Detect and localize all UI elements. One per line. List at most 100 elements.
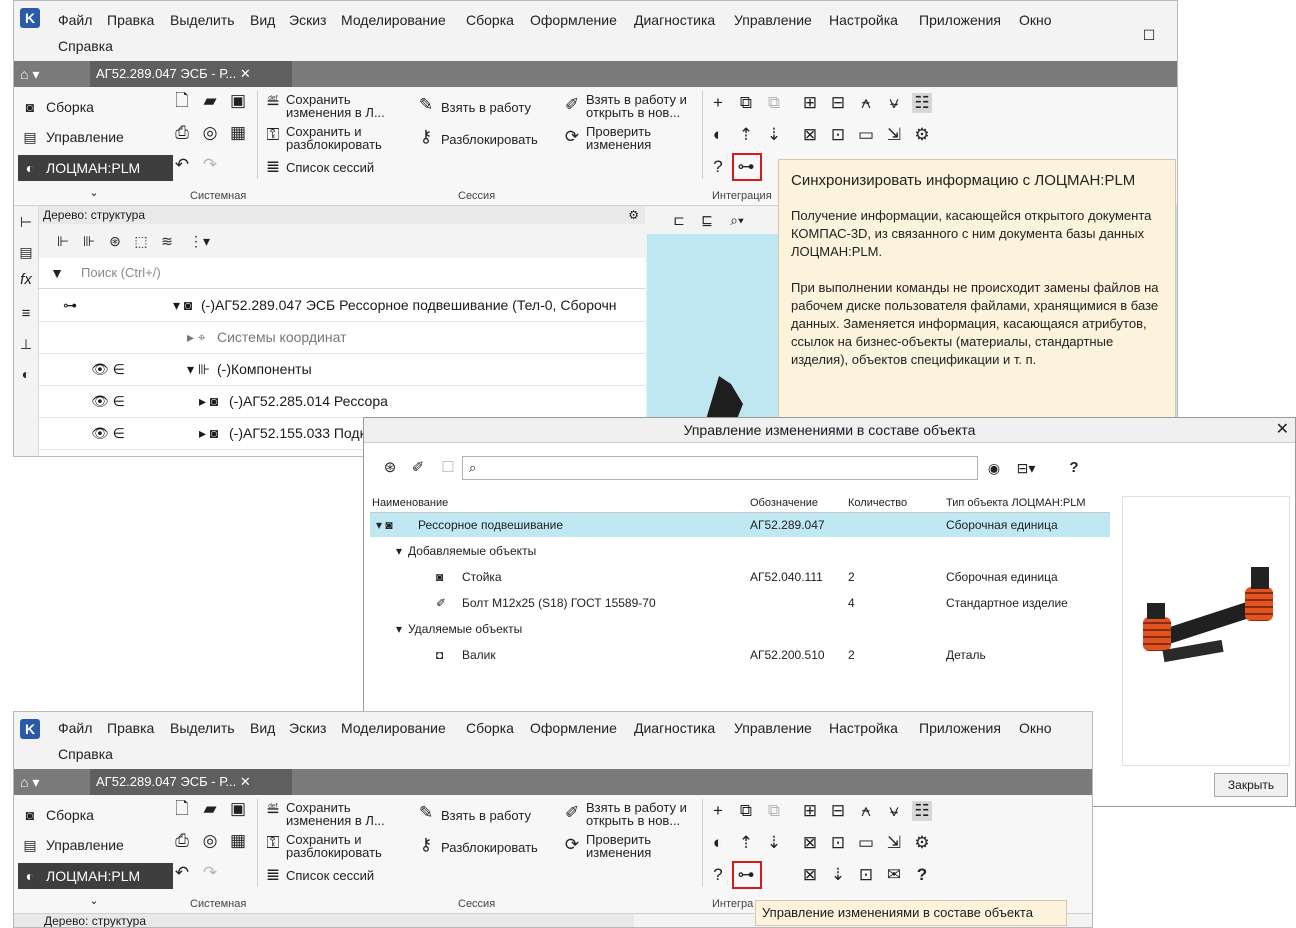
- upload-down-icon[interactable]: ⇣: [828, 865, 848, 885]
- menu-settings[interactable]: Настройка: [829, 720, 898, 736]
- table-row[interactable]: ◙ Стойка АГ52.040.111 2 Сборочная единиц…: [370, 565, 1110, 589]
- tree-order-icon[interactable]: ⊪: [79, 231, 99, 251]
- gear-icon[interactable]: ⚙: [912, 125, 932, 145]
- help-icon[interactable]: ?: [912, 865, 932, 885]
- bolt-tool-icon[interactable]: ✐: [408, 458, 428, 478]
- edit-tool-icon[interactable]: ☐: [438, 458, 458, 478]
- tree-filter-menu-icon[interactable]: ⋮▾: [189, 231, 210, 251]
- save-changes-label[interactable]: Сохранить изменения в Л...: [286, 801, 385, 827]
- unlock-icon[interactable]: ⚷: [416, 835, 436, 855]
- user-remove-icon[interactable]: ⍱: [884, 801, 904, 821]
- save-as-icon[interactable]: ▦: [228, 831, 248, 851]
- columns-icon[interactable]: ⊟▾: [1016, 458, 1036, 478]
- save-changes-icon[interactable]: ≝: [263, 93, 283, 113]
- comment-icon[interactable]: ▭: [856, 125, 876, 145]
- report-icon[interactable]: ☷: [912, 93, 932, 113]
- user-add-icon[interactable]: ⍲: [856, 801, 876, 821]
- menu-design[interactable]: Оформление: [530, 12, 617, 28]
- menu-select[interactable]: Выделить: [170, 720, 235, 736]
- menu-management[interactable]: Управление: [734, 12, 812, 28]
- take-open-new-icon[interactable]: ✐: [562, 95, 582, 115]
- tree-structure-icon[interactable]: ⊢: [16, 212, 36, 232]
- add-icon[interactable]: +: [708, 801, 728, 821]
- view-zoom-icon[interactable]: ⊑: [697, 210, 717, 230]
- row-toggle-icon[interactable]: ▾: [396, 539, 402, 563]
- properties-icon[interactable]: ⊞: [800, 801, 820, 821]
- nav-assembly[interactable]: ◙ Сборка: [18, 94, 173, 120]
- structure-icon[interactable]: ⊟: [828, 93, 848, 113]
- check-changes-icon[interactable]: ⟳: [562, 127, 582, 147]
- document-tab[interactable]: АГ52.289.047 ЭСБ - Р... ✕: [90, 769, 292, 795]
- search-input[interactable]: ⌕: [462, 456, 978, 480]
- save-icon[interactable]: ▣: [228, 91, 248, 111]
- take-open-new-label[interactable]: Взять в работу и открыть в нов...: [586, 801, 687, 827]
- gear-icon[interactable]: ⚙: [912, 833, 932, 853]
- filter-icon[interactable]: ▼: [47, 263, 67, 283]
- hierarchy-icon[interactable]: ⊥: [16, 334, 36, 354]
- menu-help[interactable]: Справка: [58, 746, 113, 762]
- collapse-chevron-icon[interactable]: ⌄: [84, 183, 104, 203]
- help-icon[interactable]: ?: [1064, 458, 1084, 478]
- add-icon[interactable]: +: [708, 93, 728, 113]
- take-to-work-icon[interactable]: ✎: [416, 95, 436, 115]
- print-icon[interactable]: ⎙: [172, 123, 192, 143]
- close-button[interactable]: Закрыть: [1214, 773, 1288, 797]
- tree-row[interactable]: 👁 ∈ ▾ ⊪ (-)Компоненты: [39, 354, 645, 386]
- take-open-new-label[interactable]: Взять в работу и открыть в нов...: [586, 93, 687, 119]
- structure-icon[interactable]: ⊟: [828, 801, 848, 821]
- tree-expand-icon[interactable]: ▸ ⌖: [187, 322, 206, 353]
- column-header[interactable]: Тип объекта ЛОЦМАН:PLM: [946, 497, 1086, 509]
- redo-icon[interactable]: ↷: [200, 155, 220, 175]
- copy-object-icon[interactable]: ⧉: [736, 801, 756, 821]
- menu-edit[interactable]: Правка: [107, 12, 154, 28]
- row-toggle-icon[interactable]: ▾ ◙: [376, 513, 393, 537]
- report-icon[interactable]: ☷: [912, 801, 932, 821]
- open-folder-icon[interactable]: ▰: [200, 799, 220, 819]
- user-add-icon[interactable]: ⍲: [856, 93, 876, 113]
- tree-layers-icon[interactable]: ≋: [157, 231, 177, 251]
- menu-applications[interactable]: Приложения: [919, 12, 1001, 28]
- tree-row[interactable]: 👁 ∈ ▸ ◙ (-)АГ52.285.014 Рессора: [39, 386, 645, 418]
- help-query-icon[interactable]: ?: [708, 865, 728, 885]
- session-list-label[interactable]: Список сессий: [286, 869, 374, 882]
- visibility-eye-icon[interactable]: 👁 ∈: [91, 386, 125, 417]
- tree-view-icon[interactable]: ⊡: [828, 125, 848, 145]
- tree-expand-icon[interactable]: ▾ ⊪: [187, 354, 210, 385]
- column-header[interactable]: Обозначение: [750, 497, 818, 509]
- session-list-icon[interactable]: ≣: [263, 865, 283, 885]
- tree-parts-icon[interactable]: ⊛: [105, 231, 125, 251]
- close-tab-icon[interactable]: ✕: [240, 66, 251, 81]
- menu-window[interactable]: Окно: [1019, 720, 1052, 736]
- lotsman-panel-icon[interactable]: ◐: [16, 364, 36, 384]
- layers-icon[interactable]: ≡: [16, 304, 36, 324]
- menu-modeling[interactable]: Моделирование: [341, 12, 446, 28]
- open-folder-icon[interactable]: ▰: [200, 91, 220, 111]
- session-list-label[interactable]: Список сессий: [286, 161, 374, 174]
- take-open-new-icon[interactable]: ✐: [562, 803, 582, 823]
- preview-icon[interactable]: ◎: [200, 123, 220, 143]
- eye-icon[interactable]: ◉: [984, 458, 1004, 478]
- menu-modeling[interactable]: Моделирование: [341, 720, 446, 736]
- nav-management[interactable]: ▤ Управление: [18, 832, 173, 858]
- menu-help[interactable]: Справка: [58, 38, 113, 54]
- check-changes-label[interactable]: Проверить изменения: [586, 833, 651, 859]
- print-icon[interactable]: ⎙: [172, 831, 192, 851]
- paste-object-icon[interactable]: ⧉: [764, 801, 784, 821]
- menu-applications[interactable]: Приложения: [919, 720, 1001, 736]
- tree-select-icon[interactable]: ⬚: [131, 231, 151, 251]
- mail-icon[interactable]: ✉: [884, 865, 904, 885]
- tree-mode-icon[interactable]: ⊩: [53, 231, 73, 251]
- help-query-icon[interactable]: ?: [708, 157, 728, 177]
- upload-icon[interactable]: ⇡: [736, 125, 756, 145]
- take-to-work-label[interactable]: Взять в работу: [441, 809, 531, 822]
- save-unlock-icon[interactable]: ⚿: [263, 125, 283, 145]
- menu-settings[interactable]: Настройка: [829, 12, 898, 28]
- nav-management[interactable]: ▤ Управление: [18, 124, 173, 150]
- nav-lotsman[interactable]: ◐ ЛОЦМАН:PLM: [18, 155, 173, 181]
- table-row[interactable]: ▾ Удаляемые объекты: [370, 617, 1110, 641]
- upload-icon[interactable]: ⇡: [736, 833, 756, 853]
- save-unlock-icon[interactable]: ⚿: [263, 833, 283, 853]
- send-icon[interactable]: ⇲: [884, 833, 904, 853]
- copy-object-icon[interactable]: ⧉: [736, 93, 756, 113]
- unlock-label[interactable]: Разблокировать: [441, 841, 538, 854]
